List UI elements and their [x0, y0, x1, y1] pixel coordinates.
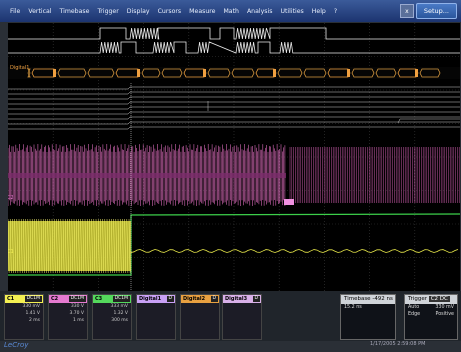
trigger-type: Edge [408, 312, 421, 317]
menu-item-vertical[interactable]: Vertical [24, 8, 55, 15]
menu-bar: File Vertical Timebase Trigger Display Cursor… [0, 0, 461, 22]
bus-marker [53, 69, 56, 77]
close-button[interactable]: x [399, 4, 414, 18]
bus-marker [415, 69, 418, 77]
descriptor-row: 330 V [70, 304, 84, 309]
scope-window: File Vertical Timebase Trigger Display Cursor… [0, 0, 461, 352]
bus-marker [137, 69, 140, 77]
waveform-canvas: Digital1 C2 C1 [8, 23, 460, 291]
c2-trace-right [289, 147, 460, 203]
descriptor-row: 333 mV [110, 304, 128, 309]
menu-item-math[interactable]: Math [219, 8, 242, 15]
descriptor-tag: D [252, 296, 260, 302]
bus-marker [347, 69, 350, 77]
timebase-extra: 15.2 ns [344, 305, 362, 310]
menu-item-trigger[interactable]: Trigger [93, 8, 122, 15]
descriptor-tag: DC1M [24, 296, 42, 302]
timebase-descriptor[interactable]: Timebase -492 ns 15.2 ns [340, 294, 396, 340]
descriptor-tag: D [210, 296, 218, 302]
digital-line [8, 101, 460, 105]
trigger-head: Trigger C2 DC [405, 295, 457, 304]
setup-button[interactable]: Setup... [415, 3, 457, 19]
descriptor-row: 3.70 V [69, 311, 84, 316]
channel-descriptor-c2[interactable]: C2 DC1M 330 V 3.70 V1 ms [48, 294, 88, 340]
descriptor-row: 1.41 V [25, 311, 40, 316]
channel-descriptor-c1[interactable]: C1 DC1M 330 mV 1.41 V2 ms [4, 294, 44, 340]
descriptor-tag: DC1M [112, 296, 130, 302]
digital-line [8, 86, 460, 90]
channel-descriptor-digital3[interactable]: Digital3 D [222, 294, 262, 340]
digital-line [8, 116, 460, 120]
help-marker[interactable]: ? [330, 8, 341, 15]
menu-item-analysis[interactable]: Analysis [243, 8, 277, 15]
channel-descriptor-digital2[interactable]: Digital2 D [180, 294, 220, 340]
channel-descriptor-c3[interactable]: C3 DC1M 333 mV 1.32 V 300 ms [92, 294, 132, 340]
c2-band [8, 173, 286, 178]
trigger-mode: Auto [408, 305, 420, 310]
digital-trace [8, 27, 460, 40]
menu-item-timebase[interactable]: Timebase [56, 8, 94, 15]
menu-item-display[interactable]: Display [123, 8, 154, 15]
timebase-value: -492 ns [372, 296, 393, 302]
trigger-row: Edge Positive [405, 311, 457, 318]
trigger-level: 330 mV [435, 305, 454, 310]
descriptor-row: 330 mV [22, 304, 40, 309]
timebase-title: Timebase [344, 296, 371, 302]
descriptor-bar: Timebase -492 ns 15.2 ns Trigger C2 DC A… [0, 291, 461, 341]
trigger-tag: C2 DC [428, 296, 450, 302]
trigger-row: Auto 330 mV [405, 304, 457, 311]
descriptor-tag: DC1M [68, 296, 86, 302]
bus-marker [203, 69, 206, 77]
bus-label: Digital1 [10, 65, 29, 71]
descriptor-row: 2 ms [28, 318, 40, 323]
menu-item-cursors[interactable]: Cursors [154, 8, 186, 15]
menu-item-help[interactable]: Help [308, 8, 330, 15]
c2-marker: C2 [8, 195, 14, 201]
timebase-label: Timebase -492 ns [341, 295, 395, 304]
c2-flat-segment [284, 199, 294, 205]
channel-descriptor-digital1[interactable]: Digital1 D [136, 294, 176, 340]
menu-item-measure[interactable]: Measure [185, 8, 219, 15]
date-stamp: 1/17/2005 2:59:08 PM [370, 341, 426, 347]
descriptor-tag: D [166, 296, 174, 302]
waveform-display[interactable]: Digital1 C2 C1 [8, 23, 460, 291]
timebase-row: 15.2 ns [341, 304, 395, 311]
descriptor-row: 1 ms [72, 318, 84, 323]
bus-marker [273, 69, 276, 77]
c1-marker: C1 [8, 249, 14, 255]
menu-item-file[interactable]: File [0, 8, 24, 15]
c1-trace [130, 249, 459, 253]
descriptor-row: 300 ms [111, 318, 128, 323]
trigger-descriptor[interactable]: Trigger C2 DC Auto 330 mV Edge Positive [404, 294, 458, 340]
trigger-title: Trigger [408, 296, 427, 302]
menu-item-utilities[interactable]: Utilities [276, 8, 307, 15]
lecroy-logo: LeCroy [4, 341, 29, 349]
descriptor-row: 1.32 V [113, 311, 128, 316]
trigger-slope: Positive [435, 312, 455, 317]
